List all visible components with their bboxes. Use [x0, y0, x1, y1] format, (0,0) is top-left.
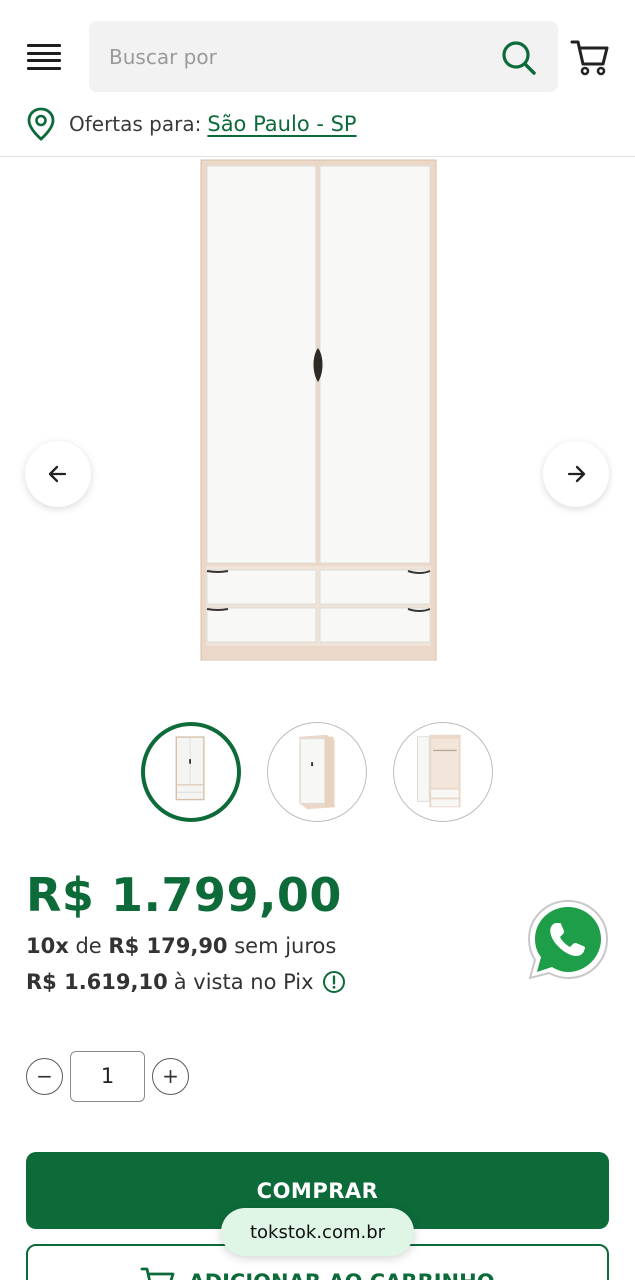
installment-of: de [75, 934, 102, 958]
quantity-increase-button[interactable]: + [152, 1057, 189, 1095]
quantity-stepper: − + [26, 1050, 189, 1102]
gallery-prev-button[interactable] [25, 441, 91, 507]
location-link[interactable]: São Paulo - SP [207, 112, 356, 136]
thumbnail-2[interactable] [267, 722, 367, 822]
search-icon[interactable] [501, 40, 537, 76]
product-gallery[interactable] [0, 158, 635, 678]
installment-count: 10x [26, 934, 69, 958]
product-image [200, 159, 437, 661]
pix-price: R$ 1.619,10 [26, 970, 168, 994]
thumbnail-3[interactable] [393, 722, 493, 822]
pix-info: R$ 1.619,10 à vista no Pix [26, 970, 346, 994]
gallery-next-button[interactable] [543, 441, 609, 507]
installment-suffix: sem juros [234, 934, 337, 958]
installment-value: R$ 179,90 [108, 934, 228, 958]
add-to-cart-label: ADICIONAR AO CARRINHO [188, 1270, 494, 1280]
pix-suffix: à vista no Pix [173, 970, 314, 994]
thumbnail-1[interactable] [141, 722, 241, 822]
thumbnail-strip [0, 722, 635, 824]
info-icon[interactable] [322, 970, 346, 994]
whatsapp-icon[interactable] [524, 896, 612, 984]
browser-url-bar[interactable]: tokstok.com.br [221, 1208, 414, 1256]
cart-icon [141, 1267, 175, 1280]
search-input[interactable] [109, 21, 489, 92]
location-pin-icon [27, 107, 55, 141]
quantity-decrease-button[interactable]: − [26, 1057, 63, 1095]
arrow-left-icon [48, 465, 67, 483]
header: Ofertas para: São Paulo - SP [0, 0, 635, 157]
arrow-right-icon [567, 465, 586, 483]
cart-icon[interactable] [570, 37, 610, 77]
product-price: R$ 1.799,00 [26, 868, 342, 922]
installment-info: 10x de R$ 179,90 sem juros [26, 934, 336, 958]
menu-icon[interactable] [27, 44, 61, 70]
location-label: Ofertas para: [69, 112, 202, 136]
quantity-input[interactable] [70, 1050, 145, 1102]
location-row: Ofertas para: São Paulo - SP [26, 106, 357, 142]
search-box[interactable] [89, 21, 558, 92]
